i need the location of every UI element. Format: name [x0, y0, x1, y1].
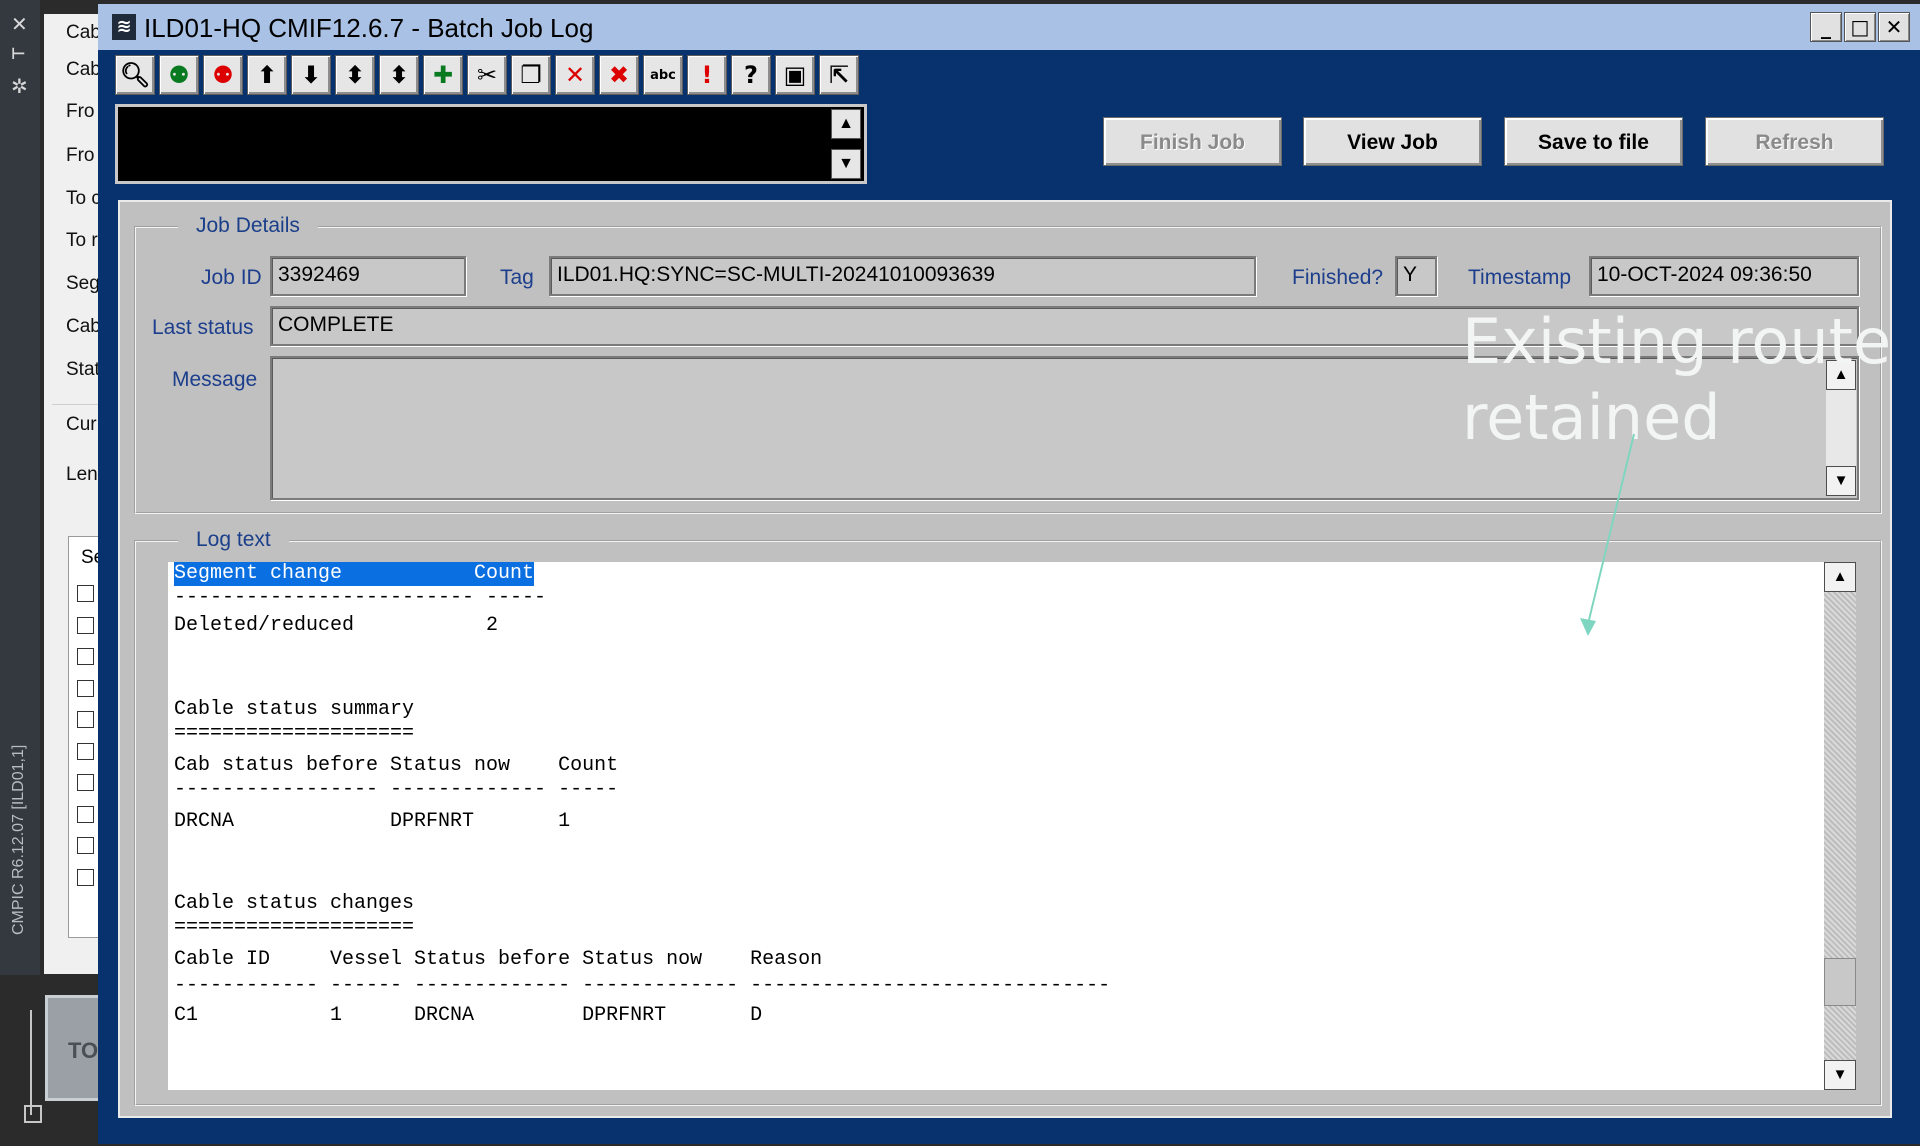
scroll-up-icon[interactable]: ▲ [831, 109, 861, 139]
job-details-legend: Job Details [178, 214, 318, 238]
bg-label: Cur [66, 414, 97, 435]
arrow-updown2-icon[interactable]: ⬍ [379, 55, 419, 95]
spellcheck-icon[interactable]: abc [643, 55, 683, 95]
left-tool-strip: ✕ ⊢ ✲ CMPIC R6.12.07 [ILD01,1] [0, 0, 40, 975]
find-icon[interactable]: 🔍︎ [115, 55, 155, 95]
insert-record-icon[interactable]: ✚ [423, 55, 463, 95]
annotation-arrow-icon [1580, 433, 1635, 636]
checkbox[interactable] [77, 837, 94, 854]
tile-label: TO [68, 1038, 99, 1063]
finished-field[interactable]: Y [1395, 256, 1437, 296]
annotation-line: Existing route [1462, 305, 1892, 378]
close-button[interactable]: ✕ [1878, 12, 1910, 42]
scroll-down-icon[interactable]: ▼ [1824, 1060, 1856, 1090]
log-text-legend: Log text [178, 528, 289, 552]
last-status-label: Last status [152, 316, 254, 339]
background-properties-panel: Cab Cab Fro Fro To c To r Seg Cab Stat C… [44, 14, 110, 974]
timestamp-field[interactable]: 10-OCT-2024 09:36:50 [1589, 256, 1859, 296]
window-title: ILD01-HQ CMIF12.6.7 - Batch Job Log [144, 13, 594, 43]
bg-label: To r [66, 230, 98, 251]
gear-icon[interactable]: ✲ [11, 74, 28, 98]
pin-icon[interactable]: ⊢ [11, 44, 26, 63]
log-line: ----------------- ------------- ----- [174, 778, 619, 801]
bg-label: Fro [66, 145, 95, 166]
checkbox[interactable] [77, 617, 94, 634]
delete-all-icon[interactable]: ✖ [599, 55, 639, 95]
job-id-field[interactable]: 3392469 [270, 256, 466, 296]
annotation-text: Existing route retained [1462, 304, 1891, 456]
finish-job-button[interactable]: Finish Job [1103, 117, 1282, 166]
log-line: ------------------------- ----- [174, 586, 547, 609]
log-line: Cable status summary [174, 698, 415, 721]
arrow-down-icon[interactable]: ⬇ [291, 55, 331, 95]
scroll-down-icon[interactable]: ▼ [831, 149, 861, 179]
scroll-down-icon[interactable]: ▼ [1826, 466, 1856, 496]
message-box[interactable]: ▲ ▼ [115, 104, 867, 184]
ucs-axis-icon [30, 1010, 32, 1115]
bg-label: To c [66, 188, 101, 209]
checkbox[interactable] [77, 711, 94, 728]
checkbox[interactable] [77, 806, 94, 823]
copy-icon[interactable]: ❐ [511, 55, 551, 95]
log-line: DRCNA DPRFNRT 1 [174, 810, 571, 833]
timestamp-label: Timestamp [1468, 266, 1572, 289]
job-id-label: Job ID [201, 266, 262, 289]
delete-icon[interactable]: ✕ [555, 55, 595, 95]
maximize-button[interactable]: □ [1844, 12, 1876, 42]
scroll-up-icon[interactable]: ▲ [1824, 562, 1856, 592]
toolbar: 🔍︎ ⚉ ⚉ ⬆ ⬇ ⬍ ⬍ ✚ ✂ ❐ ✕ ✖ abc ! ? ▣ ⇱ [115, 55, 863, 97]
bg-label: Cab [66, 22, 101, 43]
scroll-thumb[interactable] [1824, 958, 1856, 1006]
title-bar[interactable]: ≋ ILD01-HQ CMIF12.6.7 - Batch Job Log _ … [98, 4, 1920, 50]
checkbox[interactable] [77, 585, 94, 602]
arrow-up-icon[interactable]: ⬆ [247, 55, 287, 95]
log-line: C1 1 DRCNA DPRFNRT D [174, 1004, 763, 1027]
log-line: Deleted/reduced 2 [174, 614, 499, 637]
arrow-updown-icon[interactable]: ⬍ [335, 55, 375, 95]
bg-label: Cab [66, 316, 101, 337]
save-to-file-button[interactable]: Save to file [1504, 117, 1683, 166]
minimize-button[interactable]: _ [1810, 12, 1842, 42]
log-scrollbar[interactable]: ▲ ▼ [1824, 562, 1856, 1090]
checkbox[interactable] [77, 648, 94, 665]
alert-icon[interactable]: ! [687, 55, 727, 95]
app-version-label: CMPIC R6.12.07 [ILD01,1] [10, 744, 27, 935]
log-line: Cab status before Status now Count [174, 754, 619, 777]
ucs-origin-icon [24, 1105, 42, 1123]
cut-icon[interactable]: ✂ [467, 55, 507, 95]
message-label: Message [172, 368, 258, 391]
bg-label: Fro [66, 101, 95, 122]
refresh-button[interactable]: Refresh [1705, 117, 1884, 166]
exit-icon[interactable]: ⇱ [819, 55, 859, 95]
bg-label: Stat [66, 359, 100, 380]
log-line: Segment change Count [174, 562, 535, 586]
tag-field[interactable]: ILD01.HQ:SYNC=SC-MULTI-20241010093639 [549, 256, 1256, 296]
log-line: ==================== [174, 722, 415, 745]
checkbox[interactable] [77, 743, 94, 760]
finished-label: Finished? [1292, 266, 1384, 289]
log-line: Cable ID Vessel Status before Status now… [174, 948, 823, 971]
log-line: ------------ ------ ------------- ------… [174, 974, 1111, 997]
tag-label: Tag [500, 266, 534, 289]
bg-label: Len [66, 464, 98, 485]
log-line: ==================== [174, 916, 415, 939]
view-job-button[interactable]: View Job [1303, 117, 1482, 166]
save-icon[interactable]: ▣ [775, 55, 815, 95]
checkbox[interactable] [77, 680, 94, 697]
bug-icon[interactable]: ⚉ [159, 55, 199, 95]
help-icon[interactable]: ? [731, 55, 771, 95]
checkbox[interactable] [77, 774, 94, 791]
bug-red-icon[interactable]: ⚉ [203, 55, 243, 95]
bg-label: Seg [66, 273, 100, 294]
annotation-line: retained [1462, 381, 1721, 454]
checkbox[interactable] [77, 869, 94, 886]
app-icon: ≋ [112, 14, 136, 40]
log-line: Cable status changes [174, 892, 415, 915]
divider [52, 404, 104, 405]
close-icon[interactable]: ✕ [11, 12, 28, 36]
batch-job-log-window: ≋ ILD01-HQ CMIF12.6.7 - Batch Job Log _ … [98, 4, 1920, 1144]
bg-label: Cab [66, 59, 101, 80]
